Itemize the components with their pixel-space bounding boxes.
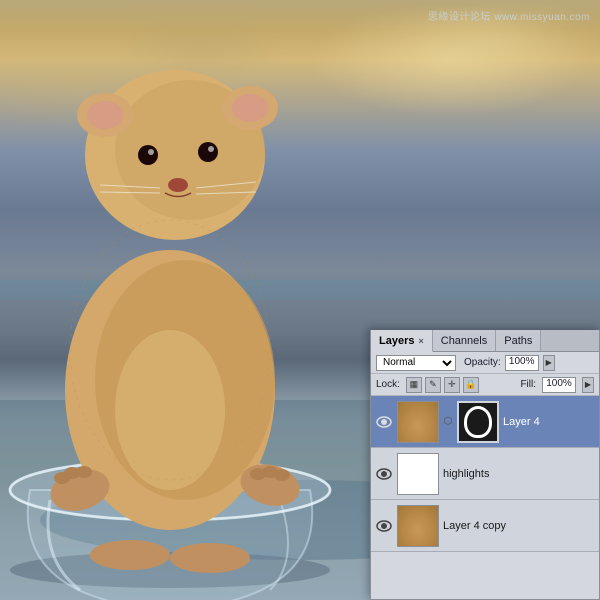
layer-row-layer4copy[interactable]: Layer 4 copy xyxy=(371,500,599,552)
tab-channels[interactable]: Channels xyxy=(433,330,496,351)
tab-layers[interactable]: Layers × xyxy=(371,330,433,352)
layer-row-layer4[interactable]: ⬡ Layer 4 xyxy=(371,396,599,448)
tab-channels-label: Channels xyxy=(441,335,487,347)
layers-list: ⬡ Layer 4 highlights xyxy=(371,396,599,552)
opacity-label: Opacity: xyxy=(464,357,501,368)
tab-layers-label: Layers xyxy=(379,335,414,347)
layer4-chain-icon: ⬡ xyxy=(443,416,453,427)
fill-arrow[interactable]: ▶ xyxy=(582,377,594,393)
layer4-name: Layer 4 xyxy=(503,416,595,428)
lock-label: Lock: xyxy=(376,379,400,390)
lock-all-icon[interactable]: 🔒 xyxy=(463,377,479,393)
layers-panel: Layers × Channels Paths Normal Multiply … xyxy=(370,330,600,600)
lock-paint-icon[interactable]: ✎ xyxy=(425,377,441,393)
lock-icons: ▦ ✎ ✛ 🔒 xyxy=(406,377,479,393)
highlights-thumbnail xyxy=(397,453,439,495)
lock-transparent-icon[interactable]: ▦ xyxy=(406,377,422,393)
watermark: 思缘设计论坛 www.missyuan.com xyxy=(428,8,590,23)
opacity-arrow[interactable]: ▶ xyxy=(543,355,555,371)
lock-row: Lock: ▦ ✎ ✛ 🔒 Fill: 100% ▶ xyxy=(371,374,599,396)
tab-paths[interactable]: Paths xyxy=(496,330,541,351)
opacity-value[interactable]: 100% xyxy=(505,355,539,371)
layer4copy-name: Layer 4 copy xyxy=(443,520,595,532)
tab-layers-close[interactable]: × xyxy=(418,336,423,346)
layer4-thumbnail xyxy=(397,401,439,443)
lock-move-icon[interactable]: ✛ xyxy=(444,377,460,393)
layer4-mask-thumbnail xyxy=(457,401,499,443)
fill-value[interactable]: 100% xyxy=(542,377,576,393)
panel-tabs: Layers × Channels Paths xyxy=(371,330,599,352)
layer4-visibility-toggle[interactable] xyxy=(375,413,393,431)
fill-label: Fill: xyxy=(520,379,536,390)
highlights-name: highlights xyxy=(443,468,595,480)
blend-mode-row: Normal Multiply Screen Opacity: 100% ▶ xyxy=(371,352,599,374)
blend-mode-select[interactable]: Normal Multiply Screen xyxy=(376,355,456,371)
layer4copy-visibility-toggle[interactable] xyxy=(375,517,393,535)
tab-paths-label: Paths xyxy=(504,335,532,347)
layer-row-highlights[interactable]: highlights xyxy=(371,448,599,500)
layer4copy-thumbnail xyxy=(397,505,439,547)
highlights-visibility-toggle[interactable] xyxy=(375,465,393,483)
